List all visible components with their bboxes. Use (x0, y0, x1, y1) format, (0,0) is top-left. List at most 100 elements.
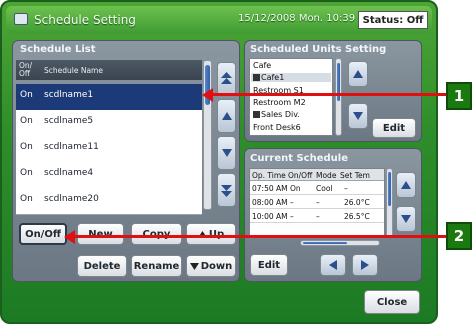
cell-mode: – (316, 198, 320, 207)
status-badge: Status: Off (358, 11, 428, 29)
name-column-header: Schedule Name (44, 66, 103, 75)
optime-column-header: Op. Time (252, 171, 286, 180)
schedule-scroll-up-button[interactable] (396, 172, 416, 198)
settemp-column-header: Set Tem (340, 171, 370, 180)
mode-column-header: Mode (316, 171, 337, 180)
cell-onoff: – (290, 212, 294, 221)
scrollbar-thumb[interactable] (303, 242, 347, 244)
unit-item-label: Cafe1 (261, 73, 285, 82)
down-arrow-icon (353, 112, 363, 120)
row-name: scdlname11 (44, 142, 99, 152)
schedule-row[interactable]: On scdlname5 (16, 110, 202, 137)
up-arrow-icon (353, 70, 363, 78)
unit-item[interactable]: Front Desk6 (253, 123, 301, 132)
cell-settemp: – (344, 184, 348, 193)
schedule-table-row[interactable]: 08:00 AM – – 26.0°C (250, 196, 384, 209)
onoff-button[interactable]: On/Off (19, 223, 67, 245)
datetime-text: 15/12/2008 Mon. 10:39 AM (238, 13, 374, 24)
row-state: On (20, 90, 33, 100)
schedule-table-row[interactable]: 10:00 AM – – 26.5°C (250, 210, 384, 223)
double-down-arrow-icon (221, 185, 232, 197)
units-scroll-down-button[interactable] (348, 103, 368, 129)
row-state: On (20, 194, 33, 204)
down-button-label: Down (200, 260, 233, 272)
unit-item[interactable]: Cafe1 (251, 73, 331, 82)
row-name: scdlname5 (44, 116, 94, 126)
schedule-vertical-scrollbar[interactable] (386, 168, 393, 238)
delete-button[interactable]: Delete (77, 255, 127, 277)
schedule-row[interactable]: On scdlname1 (16, 84, 202, 111)
schedule-scroll-left-button[interactable] (320, 254, 346, 276)
schedule-row[interactable]: On scdlname20 (16, 188, 202, 215)
up-arrow-icon (221, 112, 232, 120)
down-arrow-icon (189, 262, 199, 270)
cell-mode: Cool (316, 184, 333, 193)
units-list: Cafe Cafe1 Restroom S1 Restroom M2 Sales… (249, 58, 333, 136)
schedule-edit-button[interactable]: Edit (250, 254, 288, 276)
cell-time: 10:00 AM (252, 212, 288, 221)
scheduled-units-title: Scheduled Units Setting (250, 44, 387, 55)
callout-2-arrow-line (74, 235, 446, 238)
units-scrollbar[interactable] (335, 58, 342, 136)
row-state: On (20, 116, 33, 126)
cell-mode: – (316, 212, 320, 221)
cell-time: 07:50 AM (252, 184, 288, 193)
callout-1-arrow-head (202, 88, 213, 102)
move-bottom-button[interactable] (217, 173, 236, 207)
schedule-list-scrollbar[interactable] (203, 60, 212, 210)
title-bar: Schedule Setting 15/12/2008 Mon. 10:39 A… (6, 6, 432, 34)
row-state: On (20, 168, 33, 178)
close-button[interactable]: Close (364, 290, 420, 314)
down-arrow-icon (401, 215, 411, 223)
move-down-button[interactable] (217, 136, 236, 170)
new-button[interactable]: New (77, 223, 124, 245)
units-scroll-up-button[interactable] (348, 61, 368, 87)
callout-1-box: 1 (446, 82, 472, 110)
unit-item[interactable]: Sales Div. (253, 110, 300, 119)
schedule-list-header: On/ Off Schedule Name (16, 60, 202, 80)
cell-onoff: – (290, 198, 294, 207)
schedule-table-row[interactable]: 07:50 AM On Cool – (250, 182, 384, 195)
row-name: scdlname20 (44, 194, 99, 204)
schedule-scroll-down-button[interactable] (396, 206, 416, 232)
up-button[interactable]: Up (186, 223, 236, 245)
down-button[interactable]: Down (186, 255, 236, 277)
schedule-row[interactable]: On scdlname11 (16, 136, 202, 163)
rename-button[interactable]: Rename (131, 255, 182, 277)
schedule-row[interactable]: On scdlname4 (16, 162, 202, 189)
onoff-column-header: On/ Off (19, 61, 33, 78)
move-top-button[interactable] (217, 62, 236, 96)
left-arrow-icon (329, 260, 337, 270)
cell-settemp: 26.0°C (344, 198, 370, 207)
group-icon (253, 74, 260, 81)
down-arrow-icon (221, 149, 232, 157)
scrollbar-thumb[interactable] (388, 172, 391, 206)
unit-item-label: Sales Div. (261, 110, 300, 119)
schedule-list: On scdlname1 On scdlname5 On scdlname11 … (16, 80, 202, 215)
current-schedule-title: Current Schedule (250, 153, 349, 164)
unit-item[interactable]: Cafe (253, 61, 271, 70)
cell-settemp: 26.5°C (344, 212, 370, 221)
schedule-table-header: Op. Time On/Off Mode Set Tem (250, 169, 384, 181)
move-up-button[interactable] (217, 99, 236, 133)
cell-time: 08:00 AM (252, 198, 288, 207)
callout-2-arrow-head (64, 230, 75, 244)
row-name: scdlname4 (44, 168, 94, 178)
callout-1-arrow-line (212, 93, 446, 96)
callout-2-box: 2 (446, 222, 472, 250)
row-name: scdlname1 (44, 90, 94, 100)
onoff-column-header: On/Off (288, 171, 313, 180)
schedule-scroll-right-button[interactable] (352, 254, 378, 276)
group-icon (253, 111, 260, 118)
window-title: Schedule Setting (34, 13, 136, 27)
schedule-list-title: Schedule List (20, 44, 96, 55)
schedule-horizontal-scrollbar[interactable] (300, 240, 380, 246)
double-up-arrow-icon (221, 72, 232, 84)
units-edit-button[interactable]: Edit (372, 118, 416, 138)
current-schedule-table: Op. Time On/Off Mode Set Tem 07:50 AM On… (249, 168, 385, 238)
up-arrow-icon (401, 181, 411, 189)
right-arrow-icon (361, 260, 369, 270)
copy-button[interactable]: Copy (131, 223, 182, 245)
unit-item[interactable]: Restroom M2 (253, 98, 306, 107)
cell-onoff: On (290, 184, 301, 193)
